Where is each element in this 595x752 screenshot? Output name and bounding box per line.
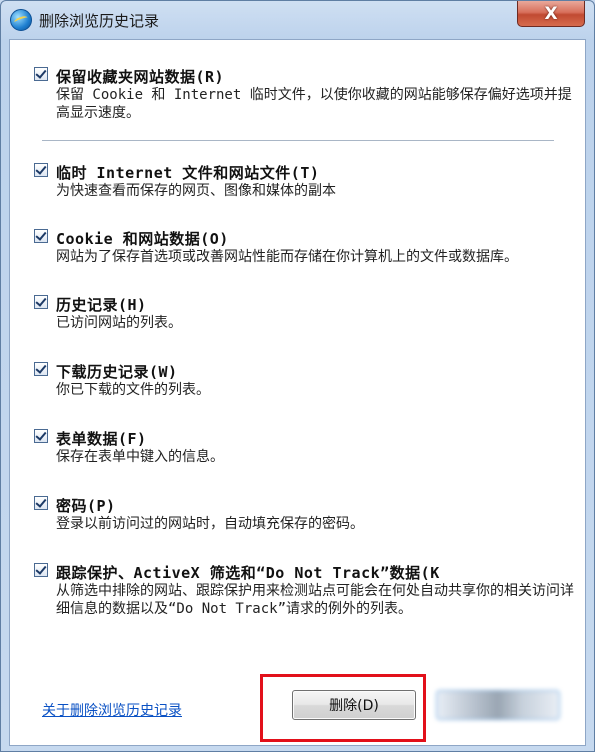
checkbox-cookies[interactable] bbox=[34, 229, 48, 243]
option-title[interactable]: 密码(P) bbox=[56, 495, 116, 516]
option-description: 已访问网站的列表。 bbox=[56, 315, 182, 331]
dialog-content: 保留收藏夹网站数据(R) 保留 Cookie 和 Internet 临时文件，以… bbox=[9, 39, 586, 746]
option-description: 登录以前访问过的网站时，自动填充保存的密码。 bbox=[56, 516, 364, 532]
option-description: 保存在表单中键入的信息。 bbox=[56, 449, 224, 465]
option-description: 保留 Cookie 和 Internet 临时文件，以使你收藏的网站能够保存偏好… bbox=[56, 87, 572, 121]
option-title[interactable]: 临时 Internet 文件和网站文件(T) bbox=[56, 162, 319, 183]
option-description: 网站为了保存首选项或改善网站性能而存储在你计算机上的文件或数据库。 bbox=[56, 249, 518, 265]
option-title[interactable]: 保留收藏夹网站数据(R) bbox=[56, 66, 224, 87]
checkbox-tracking-protection[interactable] bbox=[34, 563, 48, 577]
option-description: 你已下载的文件的列表。 bbox=[56, 382, 210, 398]
title-bar: 删除浏览历史记录 X bbox=[1, 1, 594, 39]
option-title[interactable]: 跟踪保护、ActiveX 筛选和“Do Not Track”数据(K bbox=[56, 562, 440, 583]
internet-explorer-icon bbox=[10, 9, 32, 31]
delete-button[interactable]: 删除(D) bbox=[292, 690, 416, 720]
checkbox-history[interactable] bbox=[34, 295, 48, 309]
checkbox-temp-files[interactable] bbox=[34, 163, 48, 177]
option-title[interactable]: 历史记录(H) bbox=[56, 294, 147, 315]
option-title[interactable]: Cookie 和网站数据(O) bbox=[56, 228, 229, 249]
checkbox-form-data[interactable] bbox=[34, 429, 48, 443]
checkbox-download-history[interactable] bbox=[34, 362, 48, 376]
cancel-button-blurred[interactable] bbox=[436, 690, 560, 720]
separator bbox=[42, 140, 554, 142]
window-title: 删除浏览历史记录 bbox=[39, 12, 160, 30]
checkbox-passwords[interactable] bbox=[34, 496, 48, 510]
option-title[interactable]: 表单数据(F) bbox=[56, 428, 147, 449]
option-description: 从筛选中排除的网站、跟踪保护用来检测站点可能会在何处自动共享你的相关访问详细信息… bbox=[56, 583, 574, 617]
close-button[interactable]: X bbox=[517, 1, 585, 27]
option-description: 为快速查看而保存的网页、图像和媒体的副本 bbox=[56, 183, 336, 199]
option-title[interactable]: 下载历史记录(W) bbox=[56, 361, 178, 382]
checkbox-preserve-favorites[interactable] bbox=[34, 67, 48, 81]
about-delete-history-link[interactable]: 关于删除浏览历史记录 bbox=[42, 700, 182, 720]
delete-history-dialog: 删除浏览历史记录 X 保留收藏夹网站数据(R) 保留 Cookie 和 Inte… bbox=[0, 0, 595, 752]
